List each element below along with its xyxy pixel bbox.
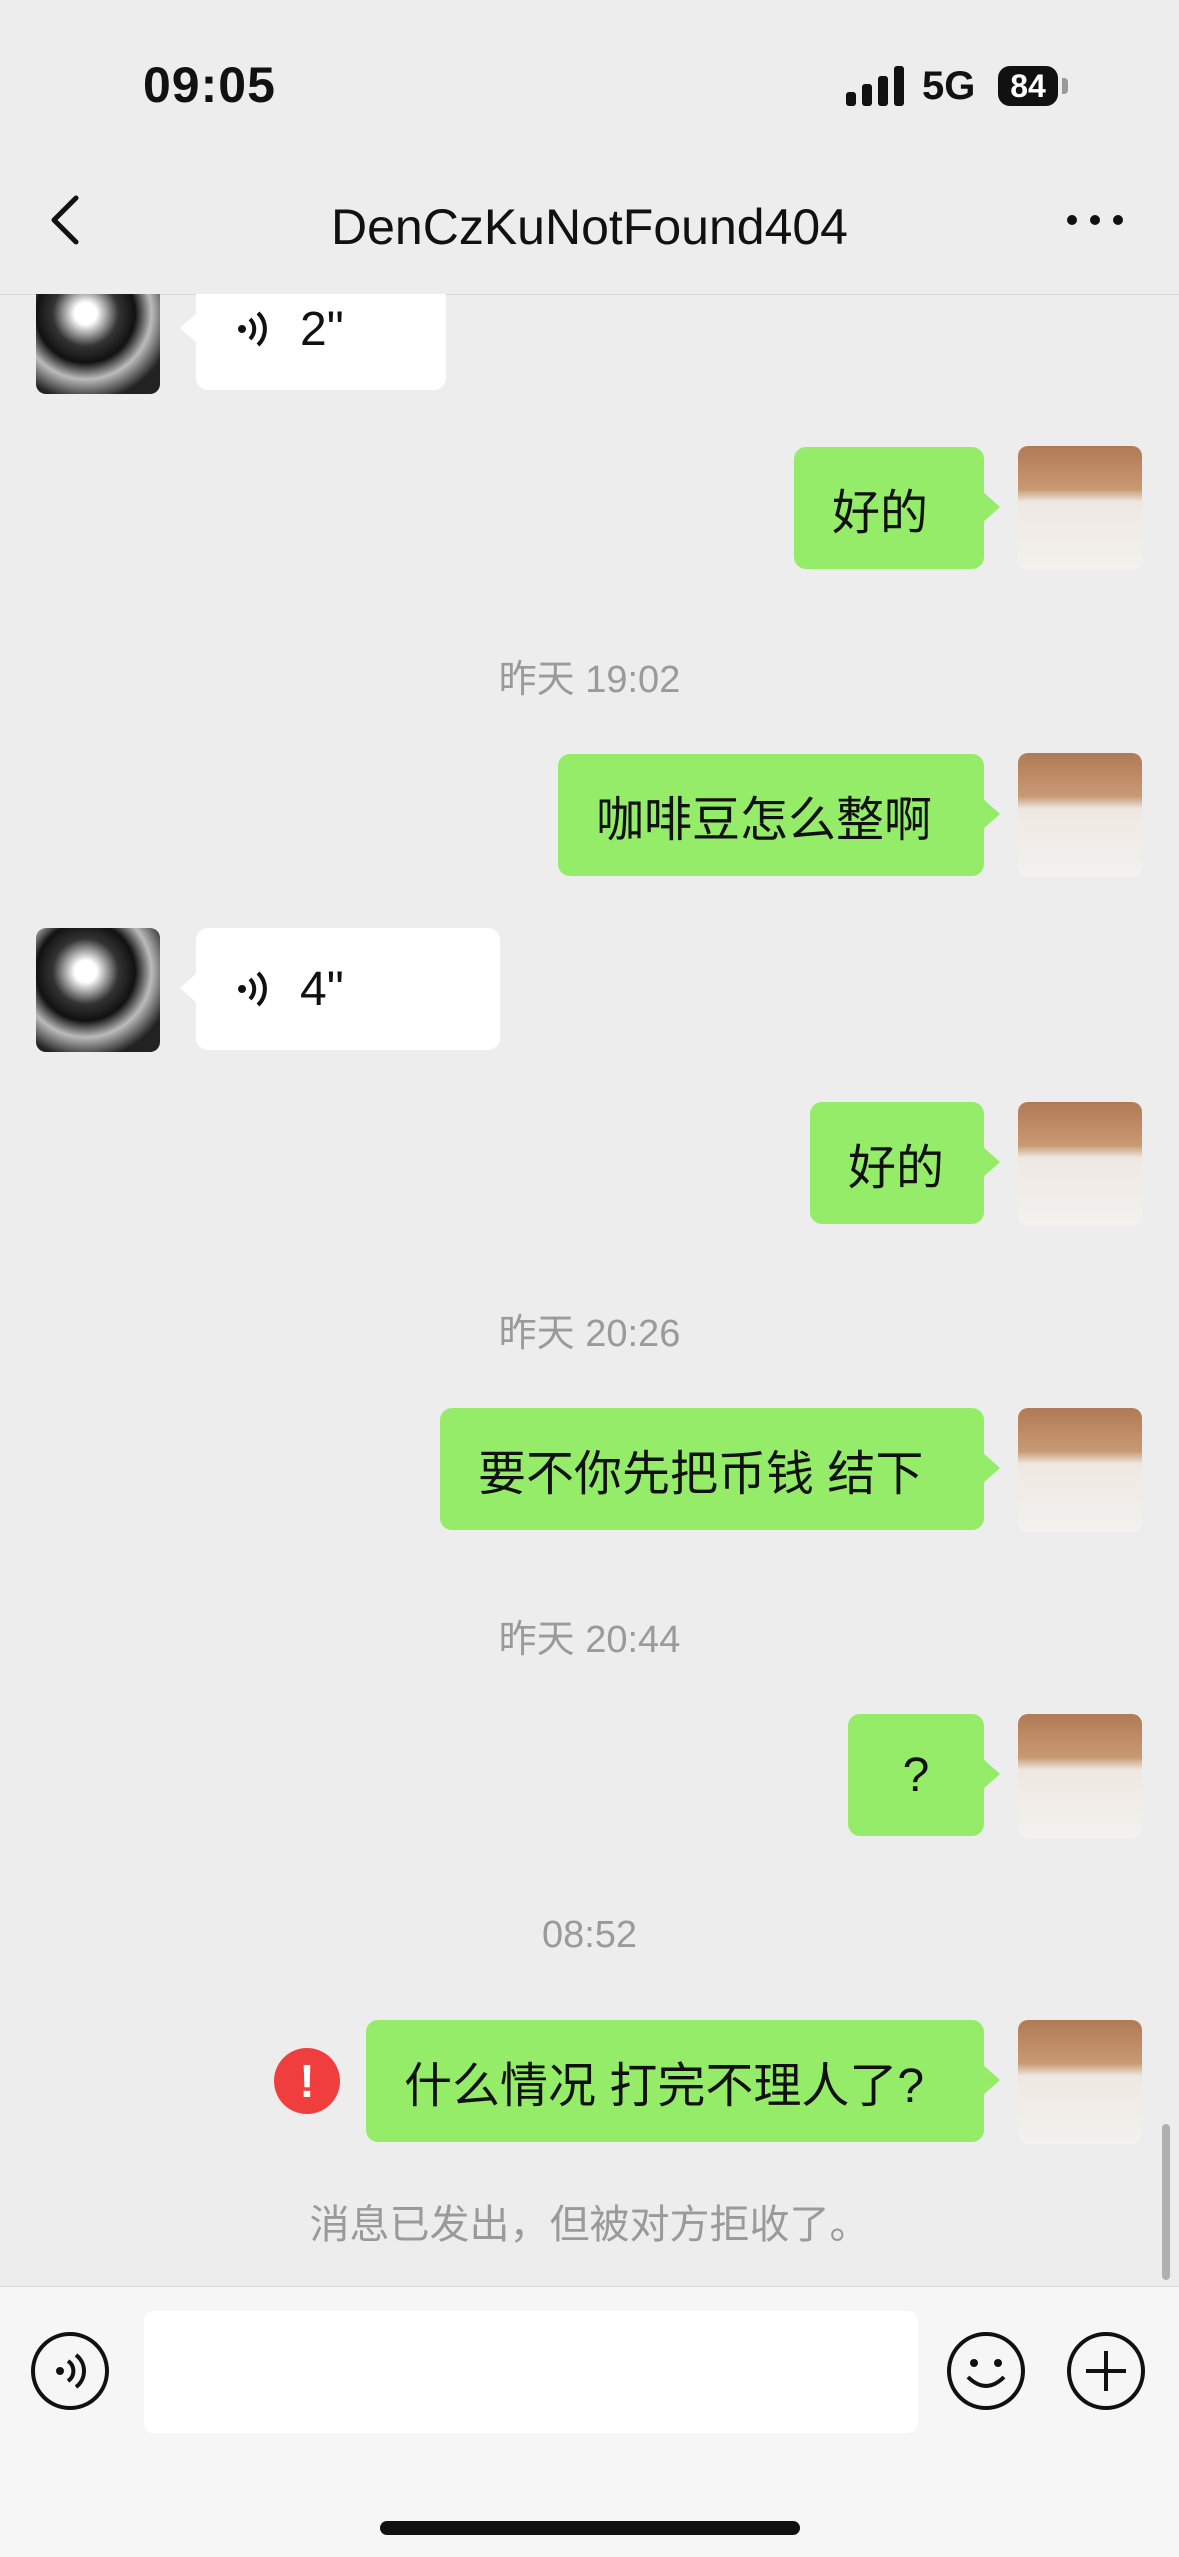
emoji-icon[interactable] (946, 2331, 1026, 2411)
contact-avatar[interactable] (36, 294, 160, 394)
my-avatar[interactable] (1018, 1102, 1142, 1226)
my-avatar[interactable] (1018, 446, 1142, 570)
voice-icon (238, 971, 267, 1007)
battery-icon: 84 (998, 66, 1058, 106)
chat-title: DenCzKuNotFound404 (331, 199, 848, 255)
error-icon[interactable]: ! (274, 2048, 340, 2114)
plus-icon[interactable] (1066, 2331, 1146, 2411)
timestamp: 昨天 20:26 (498, 1313, 681, 1355)
my-avatar[interactable] (1018, 1714, 1142, 1838)
voice-icon (238, 311, 267, 347)
message-list[interactable]: 2" 好的 昨天 19:02 咖啡豆怎么整啊 4" 好的 昨天 20:26 要不… (0, 294, 1179, 2286)
my-message[interactable]: ? (848, 1714, 1000, 1836)
network-type: 5G (922, 64, 976, 108)
voice-duration: 2" (300, 302, 344, 356)
my-avatar[interactable] (1018, 1408, 1142, 1532)
timestamp: 昨天 19:02 (498, 659, 681, 701)
my-message[interactable]: 好的 (810, 1102, 1000, 1224)
voice-message[interactable]: 4" (180, 928, 500, 1050)
my-message[interactable]: 好的 (794, 447, 1000, 569)
home-indicator (380, 2521, 800, 2535)
message-input[interactable] (144, 2311, 918, 2433)
status-bar: 09:05 5G 84 (0, 0, 1179, 150)
input-bar (0, 2286, 1179, 2557)
timestamp: 08:52 (541, 1914, 638, 1956)
contact-avatar[interactable] (36, 928, 160, 1052)
voice-input-icon[interactable] (30, 2331, 110, 2411)
status-time: 09:05 (143, 57, 276, 113)
my-message[interactable]: 咖啡豆怎么整啊 (558, 754, 1000, 876)
voice-duration: 4" (300, 962, 344, 1016)
my-message[interactable]: 要不你先把币钱 结下 (440, 1408, 1000, 1530)
voice-message[interactable]: 2" (180, 294, 446, 390)
more-dots-icon[interactable] (1060, 190, 1130, 250)
battery-tip (1062, 78, 1068, 94)
my-avatar[interactable] (1018, 2020, 1142, 2144)
my-message[interactable]: 什么情况 打完不理人了? (366, 2020, 1000, 2142)
signal-icon (846, 64, 906, 106)
chat-header: DenCzKuNotFound404 (0, 150, 1179, 295)
timestamp: 昨天 20:44 (498, 1619, 681, 1661)
rejection-notice: 消息已发出，但被对方拒收了。 (309, 2203, 870, 2247)
scrollbar[interactable] (1162, 2124, 1170, 2280)
back-arrow-icon[interactable] (36, 190, 96, 250)
my-avatar[interactable] (1018, 753, 1142, 877)
